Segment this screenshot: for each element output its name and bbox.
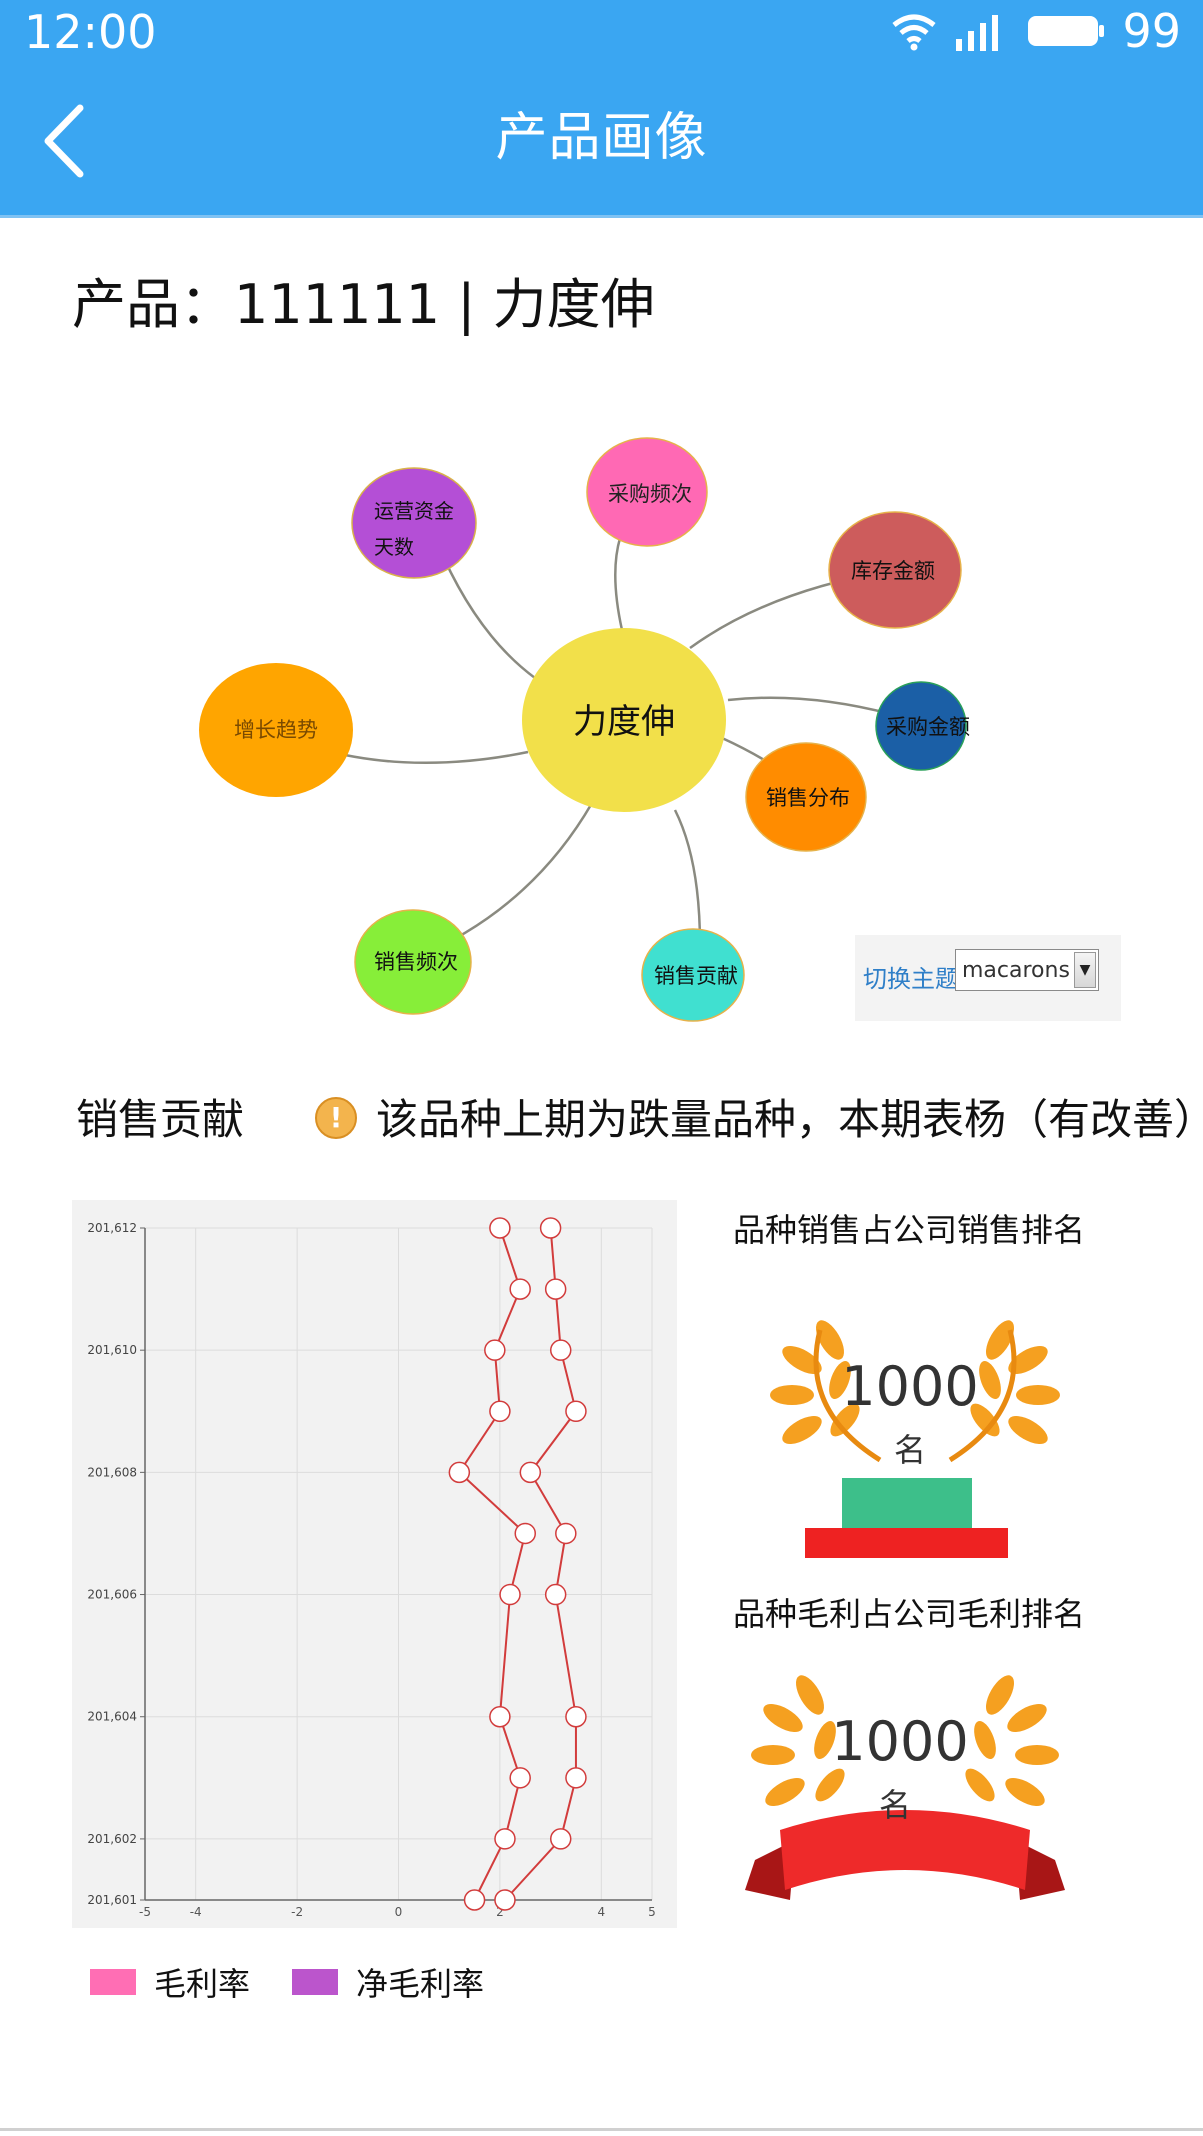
graph-node-label: 增长趋势 <box>234 718 318 742</box>
dropdown-arrow-icon[interactable]: ▼ <box>1074 952 1096 988</box>
data-point <box>489 1705 511 1728</box>
signal-icon <box>956 15 999 51</box>
x-tick-label: 0 <box>395 1905 403 1919</box>
theme-switch-label: 切换主题 <box>863 965 959 993</box>
y-tick-label: 201,604 <box>87 1710 137 1724</box>
data-point <box>484 1339 506 1361</box>
ranking-number-sales: 1000 <box>841 1355 979 1418</box>
data-point <box>494 1889 516 1911</box>
data-point <box>509 1767 531 1789</box>
graph-node-label: 采购频次 <box>608 482 692 506</box>
series-line-1 <box>458 1227 527 1901</box>
legend-swatch-net <box>292 1969 339 1995</box>
ranking-title-profit: 品种毛利占公司毛利排名 <box>733 1595 1086 1633</box>
graph-node-label: 天数 <box>374 535 414 559</box>
bottom-divider <box>0 2128 1203 2131</box>
y-tick-label: 201,601 <box>87 1893 137 1907</box>
ranking-title-sales: 品种销售占公司销售排名 <box>733 1211 1086 1249</box>
y-tick-label: 201,612 <box>87 1221 137 1235</box>
y-tick-label: 201,608 <box>87 1465 137 1479</box>
product-name: 力度伸 <box>492 273 655 336</box>
x-tick-label: -4 <box>190 1905 202 1919</box>
product-heading: 产品：111111 | 力度伸 <box>72 270 655 340</box>
ranking-number-profit: 1000 <box>831 1710 969 1773</box>
product-separator: | <box>440 273 493 336</box>
data-point <box>555 1522 577 1545</box>
status-time: 12:00 <box>24 5 157 59</box>
x-tick-label: -2 <box>291 1905 303 1919</box>
status-icons: 99 <box>890 4 1181 58</box>
ranking-unit-profit: 名 <box>878 1786 911 1824</box>
graph-center-label: 力度伸 <box>573 702 675 742</box>
data-point <box>489 1400 511 1423</box>
data-point <box>448 1461 471 1484</box>
x-tick-label: 4 <box>597 1905 605 1919</box>
legend-label-gross: 毛利率 <box>154 1965 251 2003</box>
graph-node-working-capital <box>351 467 477 579</box>
chart-legend: 毛利率 净毛利率 <box>90 1960 514 2004</box>
y-tick-label: 201,606 <box>87 1588 137 1602</box>
graph-link <box>673 809 702 946</box>
page-title: 产品画像 <box>495 108 708 168</box>
section-title: 销售贡献 <box>76 1095 245 1144</box>
product-code: 111111 <box>234 273 441 336</box>
status-bar: 12:00 99 <box>0 0 1203 62</box>
y-tick-label: 201,602 <box>87 1832 137 1846</box>
data-point <box>539 1217 562 1239</box>
data-point <box>544 1278 567 1300</box>
battery-level: 99 <box>1122 4 1181 58</box>
data-point <box>549 1828 572 1850</box>
theme-switcher: 切换主题 macarons ▼ <box>855 935 1121 1021</box>
y-tick-label: 201,610 <box>87 1343 137 1357</box>
theme-select[interactable]: macarons ▼ <box>955 949 1099 991</box>
x-tick-label: 5 <box>648 1905 656 1919</box>
theme-select-value: macarons <box>962 958 1070 983</box>
data-point <box>489 1217 511 1239</box>
graph-link <box>344 750 529 765</box>
nav-bar: 产品画像 <box>0 62 1203 218</box>
data-point <box>519 1461 542 1484</box>
wifi-icon <box>892 14 937 51</box>
x-tick-label: -5 <box>139 1905 151 1919</box>
battery-icon <box>1028 16 1105 46</box>
data-point <box>565 1705 587 1728</box>
data-point <box>565 1400 587 1423</box>
data-point <box>549 1339 572 1361</box>
graph-node-label: 采购金额 <box>886 715 970 739</box>
legend-label-net: 净毛利率 <box>356 1965 485 2003</box>
sales-line-chart: -5 -4 -2 0 2 4 5 201,612 201,610 201,608 201,606 20… <box>72 1200 677 1928</box>
data-point <box>499 1583 521 1606</box>
product-prefix: 产品： <box>72 273 234 336</box>
graph-node-label: 库存金额 <box>851 559 935 583</box>
chart-canvas: -5 -4 -2 0 2 4 5201,612201,610201,608201,60620… <box>87 1217 656 1919</box>
graph-node-label: 销售分布 <box>766 786 850 810</box>
data-point <box>514 1522 536 1545</box>
graph-node-label: 销售频次 <box>374 950 458 974</box>
exclamation-icon: ! <box>315 1097 357 1139</box>
ranking-unit-sales: 名 <box>893 1431 926 1469</box>
data-point <box>544 1583 567 1606</box>
data-point <box>565 1767 587 1789</box>
data-point <box>494 1828 516 1850</box>
graph-node-label: 运营资金 <box>374 499 454 523</box>
graph-node-label: 销售贡献 <box>654 964 738 988</box>
legend-swatch-gross <box>90 1969 136 1995</box>
data-point <box>463 1889 486 1911</box>
warning-text: 该品种上期为跌量品种，本期表杨（有改善） <box>376 1095 1203 1144</box>
data-point <box>509 1278 531 1300</box>
